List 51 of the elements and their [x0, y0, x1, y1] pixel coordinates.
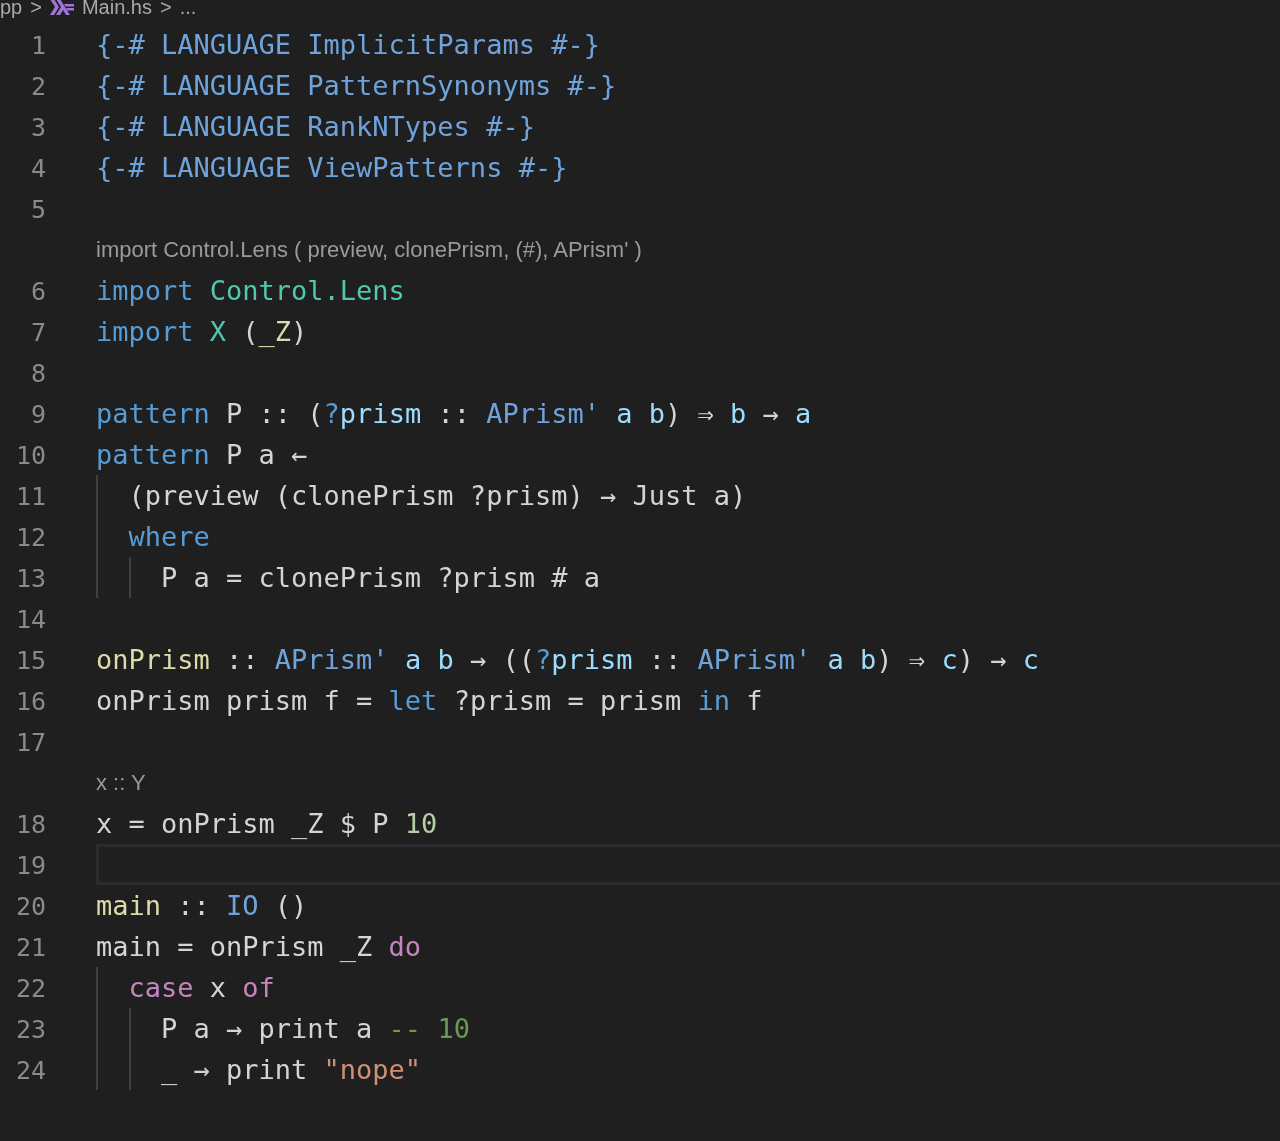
- line-number: 11: [15, 482, 46, 511]
- breadcrumb-item[interactable]: pp: [0, 0, 23, 17]
- code-line: onPrism prism f = let ?prism = prism in f: [96, 685, 763, 716]
- line-number: 17: [15, 728, 46, 757]
- code-lens[interactable]: x :: Y: [96, 769, 146, 796]
- code-line: {-# LANGUAGE ViewPatterns #-}: [96, 152, 568, 183]
- code-line: main :: IO (): [96, 890, 308, 921]
- line-number: 4: [30, 154, 46, 183]
- line-number: 15: [15, 646, 46, 675]
- code-line: x = onPrism _Z $ P 10: [96, 808, 438, 839]
- code-line: {-# LANGUAGE PatternSynonyms #-}: [96, 70, 617, 101]
- line-number: 19: [15, 851, 46, 880]
- code-line: where: [127, 521, 210, 552]
- line-number: 20: [15, 892, 46, 921]
- code-line: P a = clonePrism ?prism # a: [160, 562, 600, 593]
- line-number: 2: [30, 72, 46, 101]
- line-number: 6: [30, 277, 46, 306]
- line-number: 9: [30, 400, 46, 429]
- code-line: P a → print a -- 10: [160, 1013, 470, 1044]
- code-lens[interactable]: import Control.Lens ( preview, clonePrism, (#), APrism' ): [96, 236, 642, 263]
- breadcrumb-separator: >: [159, 0, 172, 17]
- code-line: case x of: [127, 972, 275, 1003]
- line-number: 18: [15, 810, 46, 839]
- breadcrumb-separator: >: [30, 0, 42, 17]
- line-number: 13: [15, 564, 46, 593]
- line-number: 1: [30, 31, 46, 60]
- code-line: {-# LANGUAGE RankNTypes #-}: [96, 111, 535, 142]
- line-number: 21: [15, 933, 46, 962]
- line-number: 12: [15, 523, 46, 552]
- breadcrumb-item[interactable]: Main.hs: [81, 0, 152, 17]
- line-number: 3: [30, 113, 46, 142]
- code-line: onPrism :: APrism' a b → ((?prism :: APrism' a b) ⇒ c) → c: [96, 644, 1039, 675]
- line-number: 14: [15, 605, 46, 634]
- code-line: import Control.Lens: [96, 275, 405, 306]
- line-number: 10: [15, 441, 46, 470]
- breadcrumb-item[interactable]: ...: [179, 0, 197, 17]
- code-line: {-# LANGUAGE ImplicitParams #-}: [96, 29, 600, 60]
- code-line: pattern P :: (?prism :: APrism' a b) ⇒ b → a: [96, 398, 812, 429]
- line-number: 7: [30, 318, 46, 347]
- code-line: main = onPrism _Z do: [96, 931, 422, 962]
- lambda-logo-icon: [49, 0, 74, 15]
- code-line: (preview (clonePrism ?prism) → Just a): [127, 480, 747, 511]
- line-number: 23: [15, 1015, 46, 1044]
- line-number: 8: [30, 359, 46, 388]
- code-line: _ → print "nope": [160, 1054, 422, 1085]
- line-number: 22: [15, 974, 46, 1003]
- line-number: 5: [30, 195, 46, 224]
- line-number: 24: [15, 1056, 46, 1085]
- line-number: 16: [15, 687, 46, 716]
- code-line: pattern P a ←: [96, 439, 308, 470]
- code-line: import X (_Z): [96, 316, 308, 347]
